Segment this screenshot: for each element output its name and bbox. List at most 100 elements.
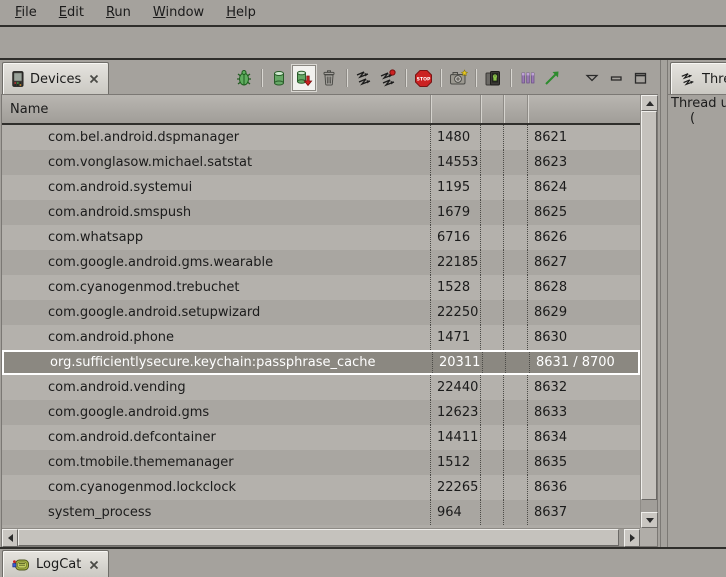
device-screens-button[interactable] xyxy=(482,66,504,90)
table-row[interactable]: com.google.android.gms.wearable22185 8627 xyxy=(2,250,640,275)
horizontal-scroll-track[interactable] xyxy=(18,529,624,546)
cell-3 xyxy=(480,225,503,250)
close-icon[interactable] xyxy=(89,560,99,570)
table-row[interactable]: com.tmobile.thememanager15128635 xyxy=(2,450,640,475)
port-cell: 8627 xyxy=(527,250,640,275)
port-cell: 8633 xyxy=(527,400,640,425)
process-name: com.google.android.gms.wearable xyxy=(2,250,430,275)
pid-cell: 20311 xyxy=(432,352,482,373)
scroll-left-button[interactable] xyxy=(2,529,18,547)
method-profiling-button[interactable] xyxy=(377,66,399,90)
tab-logcat[interactable]: LogCat xyxy=(2,550,109,577)
capture-state-button[interactable] xyxy=(541,66,563,90)
column-header-4[interactable] xyxy=(503,95,527,123)
tab-threads[interactable]: Threads xyxy=(670,62,726,95)
maximize-view-button[interactable] xyxy=(629,66,651,90)
cell-4 xyxy=(503,125,527,150)
vertical-scroll-thumb[interactable] xyxy=(641,111,657,500)
process-name: com.android.smspush xyxy=(2,200,430,225)
cell-3 xyxy=(480,400,503,425)
menu-run[interactable]: Run xyxy=(95,2,142,23)
scroll-right-button[interactable] xyxy=(624,529,640,547)
tab-devices[interactable]: Devices xyxy=(2,62,109,95)
table-row[interactable]: com.google.android.gms126238633 xyxy=(2,400,640,425)
table-row[interactable]: com.cyanogenmod.lockclock222658636 xyxy=(2,475,640,500)
horizontal-scroll-thumb[interactable] xyxy=(18,529,619,546)
table-row[interactable]: com.android.defcontainer144118634 xyxy=(2,425,640,450)
table-row[interactable]: com.android.phone14718630 xyxy=(2,325,640,350)
menu-help[interactable]: Help xyxy=(215,2,267,23)
cell-4 xyxy=(505,352,529,373)
up-arrow-icon xyxy=(646,101,654,106)
method-profiling-icon xyxy=(379,69,397,87)
close-icon[interactable] xyxy=(89,74,99,84)
table-row[interactable]: com.android.smspush16798625 xyxy=(2,200,640,225)
update-heap-button[interactable] xyxy=(268,66,290,90)
table-row[interactable]: com.whatsapp67168626 xyxy=(2,225,640,250)
cell-3 xyxy=(480,325,503,350)
cell-3 xyxy=(480,175,503,200)
pid-cell: 14553 xyxy=(430,150,480,175)
port-cell: 8621 xyxy=(527,125,640,150)
dump-hprof-button[interactable] xyxy=(292,65,316,91)
toolbar-separator xyxy=(510,69,511,87)
stop-process-button[interactable]: STOP xyxy=(412,66,434,90)
column-header-2[interactable] xyxy=(430,95,480,123)
cause-gc-button[interactable] xyxy=(318,66,340,90)
toolbar-separator xyxy=(261,69,262,87)
table-row[interactable]: com.android.vending224408632 xyxy=(2,375,640,400)
pid-cell: 964 xyxy=(430,500,480,525)
debug-process-button[interactable] xyxy=(233,66,255,90)
horizontal-scrollbar[interactable] xyxy=(2,528,640,546)
pid-cell: 22265 xyxy=(430,475,480,500)
toolbar-separator xyxy=(440,69,441,87)
port-cell: 8625 xyxy=(527,200,640,225)
table-row[interactable]: com.google.android.setupwizard222508629 xyxy=(2,300,640,325)
pid-cell: 1528 xyxy=(430,275,480,300)
port-cell: 8637 xyxy=(527,500,640,525)
svg-text:STOP: STOP xyxy=(416,76,430,82)
table-row[interactable]: com.bel.android.dspmanager14808621 xyxy=(2,125,640,150)
column-header-name[interactable]: Name xyxy=(2,95,430,123)
update-heap-icon xyxy=(270,69,288,87)
tab-threads-label: Threads xyxy=(702,72,726,87)
table-row[interactable]: com.vonglasow.michael.satstat145538623 xyxy=(2,150,640,175)
cell-4 xyxy=(503,275,527,300)
table-row[interactable]: com.cyanogenmod.trebuchet15288628 xyxy=(2,275,640,300)
process-name: com.tmobile.thememanager xyxy=(2,450,430,475)
cell-3 xyxy=(480,425,503,450)
vertical-scroll-track[interactable] xyxy=(641,111,657,512)
toolbar-strip xyxy=(0,27,726,60)
panel-splitter[interactable] xyxy=(660,60,668,547)
phone-icon xyxy=(12,71,24,87)
table-row[interactable]: org.sufficientlysecure.keychain:passphra… xyxy=(2,350,640,375)
view-menu-button[interactable] xyxy=(581,66,603,90)
pid-cell: 6716 xyxy=(430,225,480,250)
table-row[interactable]: system_process9648637 xyxy=(2,500,640,525)
tab-logcat-label: LogCat xyxy=(36,557,81,572)
menu-file[interactable]: File xyxy=(4,2,48,23)
pid-cell: 22185 xyxy=(430,250,480,275)
menubar: FileEditRunWindowHelp xyxy=(0,0,726,27)
view-hierarchy-icon xyxy=(519,69,537,87)
column-header-3[interactable] xyxy=(480,95,503,123)
view-hierarchy-button[interactable] xyxy=(517,66,539,90)
screen-capture-button[interactable] xyxy=(447,66,469,90)
devices-tab-strip: Devices xyxy=(0,60,660,94)
pid-cell: 22250 xyxy=(430,300,480,325)
update-threads-button[interactable] xyxy=(353,66,375,90)
pid-cell: 22440 xyxy=(430,375,480,400)
table-row[interactable]: com.android.systemui11958624 xyxy=(2,175,640,200)
scroll-down-button[interactable] xyxy=(641,512,658,528)
menu-window[interactable]: Window xyxy=(142,2,215,23)
process-name: com.android.defcontainer xyxy=(2,425,430,450)
cell-3 xyxy=(480,125,503,150)
column-header-5[interactable] xyxy=(527,95,640,123)
minimize-view-button[interactable] xyxy=(605,66,627,90)
cell-4 xyxy=(503,500,527,525)
process-name: com.bel.android.dspmanager xyxy=(2,125,430,150)
scroll-up-button[interactable] xyxy=(641,95,658,111)
menu-edit[interactable]: Edit xyxy=(48,2,95,23)
vertical-scrollbar[interactable] xyxy=(640,95,657,528)
cell-3 xyxy=(480,300,503,325)
